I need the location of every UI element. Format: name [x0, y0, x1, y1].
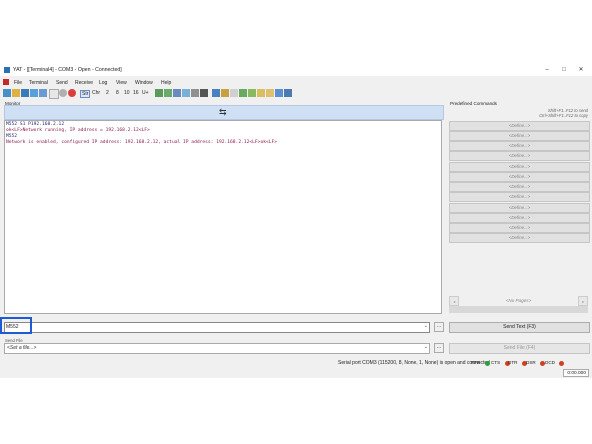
menu-bar: File Terminal Send Receive Log View Wind…	[0, 78, 592, 87]
signal-label-cts: CTS	[491, 360, 501, 365]
app-window: YAT - [[Terminal4] - COM3 - Open - Conne…	[0, 64, 592, 378]
log-folder-icon[interactable]	[257, 89, 265, 97]
menu-help[interactable]: Help	[161, 80, 171, 86]
save-all-icon[interactable]	[30, 89, 38, 97]
copy-icon[interactable]	[230, 89, 238, 97]
signal-led-icon[interactable]	[485, 361, 490, 366]
monitor-line: M552	[6, 134, 18, 139]
find-icon[interactable]	[212, 89, 220, 97]
signal-label-rfr: RFR	[471, 360, 481, 365]
define-command-button[interactable]: <Define...>	[449, 182, 590, 192]
direction-bar: ⇆	[4, 105, 444, 120]
title-bar: YAT - [[Terminal4] - COM3 - Open - Conne…	[0, 64, 592, 76]
predefined-hint-copy: Ctrl+Shift+F1..F12 to copy	[539, 113, 588, 118]
radix-10[interactable]: 10	[124, 90, 130, 96]
toolbar: Str Chr 2 8 10 16 U+	[0, 88, 592, 99]
define-command-button[interactable]: <Define...>	[449, 172, 590, 182]
define-command-button[interactable]: <Define...>	[449, 223, 590, 233]
radix-2[interactable]: 2	[106, 90, 109, 96]
define-command-button[interactable]: <Define...>	[449, 141, 590, 151]
menu-log[interactable]: Log	[99, 80, 107, 86]
send-text-button[interactable]: Send Text (F3)	[449, 322, 590, 333]
save-icon[interactable]	[21, 89, 29, 97]
monitor-line: M552 S1 P192.168.2.12	[6, 122, 65, 127]
log-on-icon[interactable]	[239, 89, 247, 97]
log-off-icon[interactable]	[248, 89, 256, 97]
show-length-icon[interactable]	[173, 89, 181, 97]
send-file-button[interactable]: Send File (F4)	[449, 343, 590, 354]
edit-icon[interactable]	[221, 89, 229, 97]
define-command-button[interactable]: <Define...>	[449, 131, 590, 141]
maximize-button[interactable]: □	[557, 66, 571, 75]
menu-receive[interactable]: Receive	[75, 80, 93, 86]
window-title: YAT - [[Terminal4] - COM3 - Open - Conne…	[13, 67, 122, 73]
new-terminal-icon[interactable]	[3, 89, 11, 97]
send-text-input[interactable]: M552 ⌄	[4, 322, 430, 333]
define-command-button[interactable]: <Define...>	[449, 162, 590, 172]
send-text-highlight	[0, 317, 32, 334]
log-clear-icon[interactable]	[266, 89, 274, 97]
define-command-button[interactable]: <Define...>	[449, 213, 590, 223]
menu-file[interactable]: File	[14, 80, 22, 86]
chevron-down-icon[interactable]: ⌄	[424, 323, 428, 329]
print-icon[interactable]	[200, 89, 208, 97]
menu-terminal[interactable]: Terminal	[29, 80, 48, 86]
chr-toggle[interactable]: Chr	[92, 90, 100, 96]
radix-8[interactable]: 8	[116, 90, 119, 96]
terminal-icon[interactable]	[3, 79, 9, 85]
chevron-down-icon[interactable]: ⌄	[424, 344, 428, 350]
signal-label-dcd: DCD	[545, 360, 555, 365]
define-command-button[interactable]: <Define...>	[449, 203, 590, 213]
swap-direction-icon[interactable]: ⇆	[219, 107, 227, 117]
menu-view[interactable]: View	[116, 80, 127, 86]
open-icon[interactable]	[12, 89, 20, 97]
define-command-button[interactable]: <Define...>	[449, 192, 590, 202]
settings-icon[interactable]	[39, 89, 47, 97]
disconnect-icon[interactable]	[59, 89, 67, 97]
monitor-line: Network is enabled, configured IP addres…	[6, 140, 278, 145]
str-toggle[interactable]: Str	[80, 90, 91, 98]
predefined-commands-label: Predefined Commands	[450, 101, 497, 106]
connection-status: Serial port COM3 (115200, 8, None, 1, No…	[338, 360, 490, 366]
next-page-button[interactable]: ▸	[578, 296, 588, 306]
signal-label-dsr: DSR	[526, 360, 536, 365]
send-file-value: <Set a file...>	[7, 345, 37, 351]
send-file-input[interactable]: <Set a file...> ⌄	[4, 343, 430, 354]
define-command-button[interactable]: <Define...>	[449, 121, 590, 131]
send-text-options-button[interactable]: …	[434, 322, 444, 332]
show-direction-icon[interactable]	[182, 89, 190, 97]
terminal-settings-icon[interactable]	[284, 89, 292, 97]
send-file-browse-button[interactable]: …	[434, 343, 444, 353]
receive-icon[interactable]	[275, 89, 283, 97]
connect-icon[interactable]	[49, 89, 59, 99]
define-command-button[interactable]: <Define...>	[449, 151, 590, 161]
minimize-button[interactable]: –	[540, 66, 554, 75]
monitor-line: ok<LF>Network running, IP address = 192.…	[6, 128, 150, 133]
signal-label-dtr: DTR	[508, 360, 518, 365]
show-timestamp-icon[interactable]	[164, 89, 172, 97]
clear-icon[interactable]	[191, 89, 199, 97]
stop-icon[interactable]	[68, 89, 76, 97]
radix-16[interactable]: 16	[133, 90, 139, 96]
monitor-panel[interactable]: M552 S1 P192.168.2.12 ok<LF>Network runn…	[4, 120, 442, 314]
menu-send[interactable]: Send	[56, 80, 68, 86]
signal-led-icon[interactable]	[559, 361, 564, 366]
status-bar: Serial port COM3 (115200, 8, None, 1, No…	[0, 358, 592, 369]
page-selector: ◂ <No Pages> ▸	[449, 296, 588, 306]
pages-label: <No Pages>	[505, 298, 532, 303]
define-command-button[interactable]: <Define...>	[449, 233, 590, 243]
menu-window[interactable]: Window	[135, 80, 153, 86]
page-combo[interactable]	[449, 306, 588, 313]
elapsed-timer: 0:00.000	[563, 369, 589, 377]
close-button[interactable]: ✕	[574, 66, 588, 75]
show-radix-icon[interactable]	[155, 89, 163, 97]
app-icon	[4, 67, 10, 73]
radix-unicode[interactable]: U+	[142, 90, 149, 96]
previous-page-button[interactable]: ◂	[449, 296, 459, 306]
